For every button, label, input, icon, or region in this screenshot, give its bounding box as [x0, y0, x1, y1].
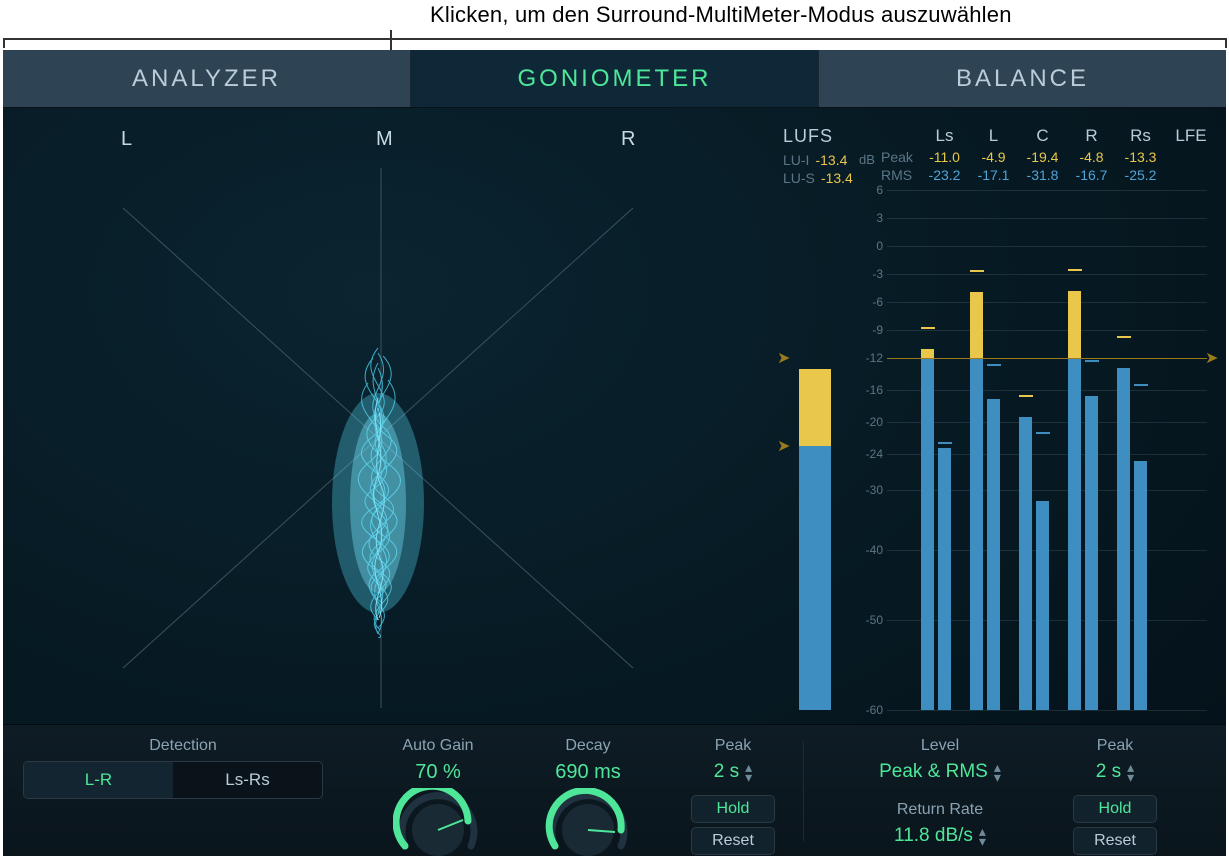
- detection-title: Detection: [23, 737, 343, 755]
- channel-headers: Ls L C R Rs LFE: [920, 126, 1217, 146]
- lufs-lui-value: -13.4: [815, 151, 847, 169]
- peak-rms-labels: Peak RMS: [881, 148, 913, 184]
- peak-left-reset[interactable]: Reset: [691, 827, 775, 855]
- lufs-marker-icon: ➤: [777, 436, 795, 456]
- target-marker-icon: ➤: [1205, 348, 1223, 368]
- peak-left-hold[interactable]: Hold: [691, 795, 775, 823]
- level-meter-panel: LUFS LU-I-13.4 LU-S-13.4 dB Peak RMS Ls …: [773, 108, 1226, 724]
- detection-lsrs[interactable]: Ls-Rs: [173, 762, 322, 798]
- db-label: dB: [859, 152, 875, 167]
- bottom-controls: Detection L-R Ls-Rs Auto Gain 70 % Decay…: [3, 724, 1226, 856]
- tab-balance[interactable]: BALANCE: [819, 50, 1226, 107]
- channel-values: -11.0 -4.9 -19.4 -4.8 -13.3 -23.2 -17.1 …: [920, 148, 1217, 184]
- lufs-lus-value: -13.4: [821, 169, 853, 187]
- return-rate-value[interactable]: 11.8 dB/s ▴▾: [894, 825, 986, 847]
- knob-icon: [393, 788, 483, 856]
- callout-leader: [390, 30, 392, 50]
- decay-control[interactable]: Decay 690 ms 10 1000: [513, 725, 663, 856]
- peak-right-hold[interactable]: Hold: [1073, 795, 1157, 823]
- tab-goniometer[interactable]: GONIOMETER: [411, 50, 819, 107]
- lufs-readout: LUFS LU-I-13.4 LU-S-13.4: [783, 126, 853, 187]
- goniometer-grid: [3, 108, 773, 724]
- autogain-control[interactable]: Auto Gain 70 %: [363, 725, 513, 856]
- detection-segmented: L-R Ls-Rs: [23, 761, 323, 799]
- detection-lr[interactable]: L-R: [24, 762, 173, 798]
- callout-text: Klicken, um den Surround-MultiMeter-Modu…: [430, 2, 1012, 28]
- stepper-icon: ▴▾: [745, 762, 752, 782]
- mode-tabs: ANALYZER GONIOMETER BALANCE: [3, 50, 1226, 108]
- peak-left-value[interactable]: 2 s ▴▾: [714, 761, 752, 783]
- peak-right-reset[interactable]: Reset: [1073, 827, 1157, 855]
- stepper-icon: ▴▾: [994, 762, 1001, 782]
- peak-right-value[interactable]: 2 s ▴▾: [1096, 761, 1134, 783]
- target-marker-icon: ➤: [777, 348, 795, 368]
- decay-value: 690 ms: [533, 761, 643, 784]
- lufs-title: LUFS: [783, 126, 853, 147]
- stepper-icon: ▴▾: [979, 826, 986, 846]
- level-value[interactable]: Peak & RMS ▴▾: [879, 761, 1001, 783]
- stepper-icon: ▴▾: [1127, 762, 1134, 782]
- goniometer-display: L M R: [3, 108, 773, 724]
- callout-span: [3, 38, 1226, 40]
- multimeter-plugin: ANALYZER GONIOMETER BALANCE L M R: [3, 50, 1226, 856]
- knob-icon: [543, 788, 633, 856]
- tab-analyzer[interactable]: ANALYZER: [3, 50, 411, 107]
- autogain-value: 70 %: [383, 761, 493, 784]
- meter-bars: [887, 190, 1207, 710]
- main-display: L M R: [3, 108, 1226, 724]
- target-line: [887, 358, 1207, 359]
